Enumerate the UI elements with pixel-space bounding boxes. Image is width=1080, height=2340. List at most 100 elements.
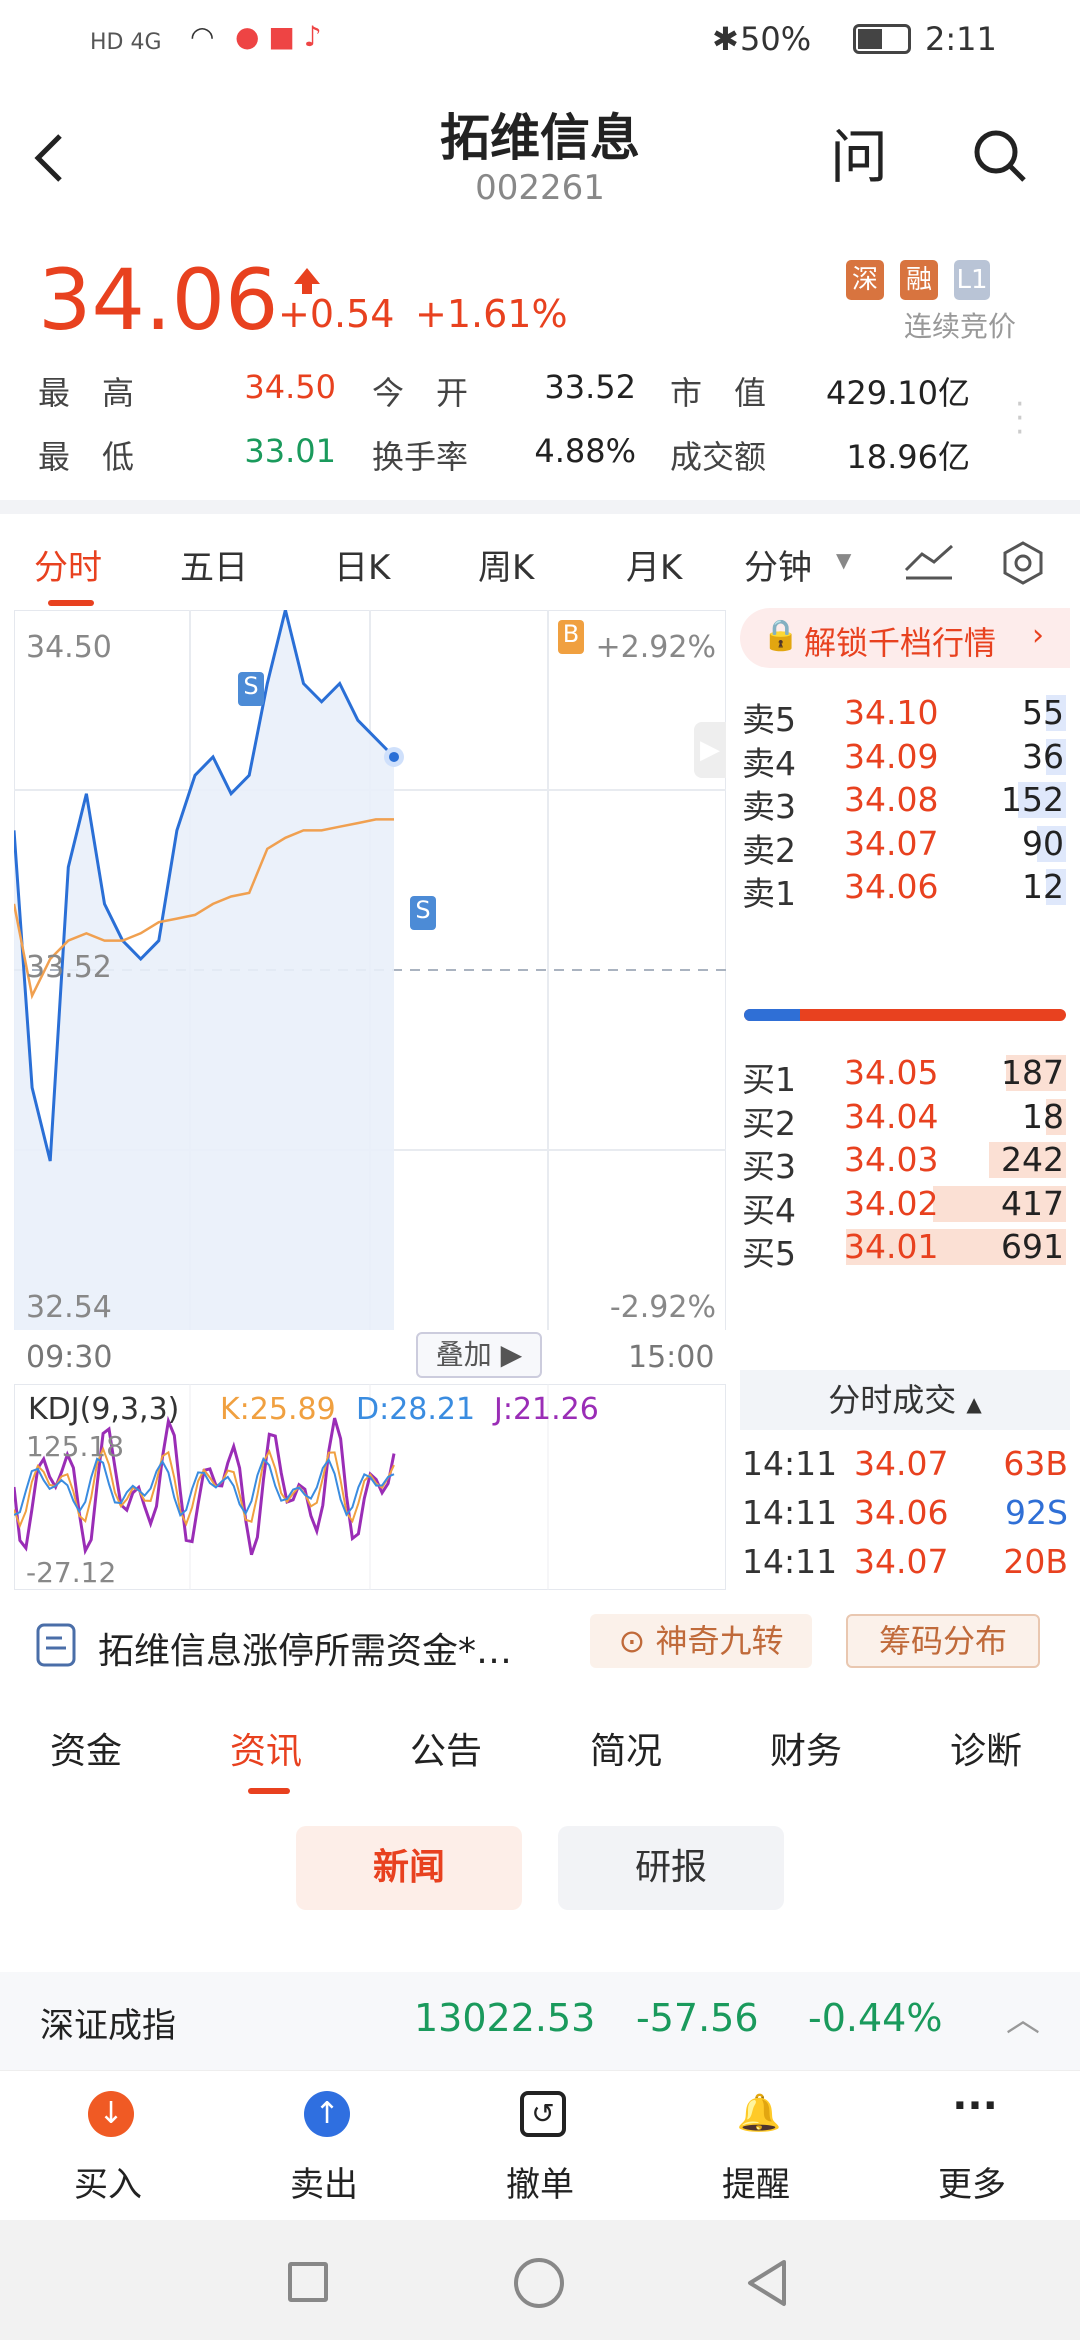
- bid-volume: 242: [1001, 1140, 1064, 1179]
- sub-tab-research[interactable]: 研报: [558, 1826, 784, 1910]
- ask-button[interactable]: 问: [830, 110, 888, 194]
- trades-title: 分时成交: [828, 1381, 957, 1419]
- tag-level1[interactable]: L1: [954, 260, 990, 300]
- tab-funds[interactable]: 资金: [50, 1722, 122, 1774]
- tab-five-day[interactable]: 五日: [180, 540, 248, 589]
- ask-row[interactable]: 卖1 34.06 12: [740, 865, 1070, 913]
- news-headline[interactable]: 拓维信息涨停所需资金*…: [98, 1622, 512, 1674]
- ask-volume: 90: [1022, 823, 1064, 863]
- current-price: 34.06: [38, 251, 279, 349]
- label-low: 最 低: [38, 438, 135, 476]
- bid-row[interactable]: 买2 34.04 18: [740, 1095, 1070, 1143]
- trades-header[interactable]: 分时成交 ▲: [740, 1370, 1070, 1430]
- overlay-button[interactable]: 叠加 ▶: [416, 1332, 542, 1378]
- kdj-d: D:28.21: [356, 1392, 476, 1427]
- chart-pct-high: +2.92%: [595, 630, 716, 665]
- ask-price: 34.10: [844, 693, 939, 732]
- sell-arrow-icon: ↑: [304, 2091, 350, 2137]
- recents-square-icon[interactable]: [288, 2262, 328, 2302]
- sell-button[interactable]: ↑ 卖出: [216, 2071, 432, 2221]
- bid-price: 34.03: [844, 1140, 939, 1179]
- more-button[interactable]: ··· 更多: [864, 2071, 1080, 2221]
- time-end: 15:00: [628, 1340, 715, 1375]
- tab-news-info[interactable]: 资讯: [230, 1722, 302, 1774]
- ask-row[interactable]: 卖3 34.08 152: [740, 778, 1070, 826]
- chip-distribution-button[interactable]: 筹码分布: [846, 1614, 1040, 1668]
- bid-ask-ratio-bar: [744, 1009, 1066, 1021]
- back-triangle-icon[interactable]: [744, 2258, 790, 2308]
- unlock-orderbook-button[interactable]: 🔒 解锁千档行情 ›: [740, 608, 1070, 668]
- kdj-name[interactable]: KDJ(9,3,3): [28, 1392, 179, 1427]
- tab-diagnosis[interactable]: 诊断: [950, 1722, 1022, 1774]
- bid-row[interactable]: 买4 34.02 417: [740, 1182, 1070, 1230]
- tab-intraday[interactable]: 分时: [34, 540, 102, 589]
- bid-volume: 691: [1001, 1227, 1064, 1266]
- magic-nine-button[interactable]: ⊙ 神奇九转: [590, 1614, 812, 1668]
- indicator-line-icon[interactable]: [904, 540, 954, 580]
- value-turnover: 4.88%: [534, 432, 636, 470]
- more-vertical-icon[interactable]: · · ·: [1015, 390, 1025, 448]
- bluetooth-icon: ✱: [712, 20, 739, 58]
- index-change: -57.56: [636, 1996, 759, 2040]
- tab-minute[interactable]: 分钟: [744, 540, 812, 589]
- kdj-k: K:25.89: [220, 1392, 336, 1427]
- cancel-order-button[interactable]: ↺ 撤单: [432, 2071, 648, 2221]
- marker-sell-2[interactable]: S: [410, 896, 436, 930]
- tab-monthly-k[interactable]: 月K: [626, 540, 682, 589]
- bottom-action-bar: ↓ 买入 ↑ 卖出 ↺ 撤单 🔔 提醒 ··· 更多: [0, 2070, 1080, 2220]
- app-notification-icons: ● ■ ♪: [235, 20, 322, 53]
- trade-time: 14:11: [742, 1542, 838, 1581]
- bid-row[interactable]: 买5 34.01 691: [740, 1225, 1070, 1273]
- label-volume-amount: 成交额: [670, 438, 767, 476]
- unlock-label: 解锁千档行情: [804, 624, 997, 662]
- bid-price: 34.01: [844, 1227, 939, 1266]
- info-tabs: 资金 资讯 公告 简况 财务 诊断: [0, 1716, 1080, 1796]
- expand-orderbook-tab[interactable]: ▶: [694, 722, 726, 778]
- kdj-panel[interactable]: KDJ(9,3,3) K:25.89 D:28.21 J:21.26 125.1…: [14, 1384, 726, 1590]
- marker-sell-1[interactable]: S: [238, 672, 264, 706]
- network-indicator: HD 4G: [90, 30, 162, 55]
- tab-daily-k[interactable]: 日K: [334, 540, 390, 589]
- battery-icon: [853, 24, 911, 54]
- price-change-pct: +1.61%: [415, 292, 568, 336]
- ask-row[interactable]: 卖4 34.09 36: [740, 735, 1070, 783]
- chevron-right-icon: ›: [1032, 618, 1044, 653]
- info-tab-indicator: [248, 1788, 290, 1794]
- overlay-button-label: 叠加: [435, 1338, 492, 1371]
- tab-weekly-k[interactable]: 周K: [478, 540, 534, 589]
- buy-label: 买入: [74, 2165, 142, 2205]
- cancel-order-label: 撤单: [506, 2165, 574, 2205]
- value-low: 33.01: [244, 432, 336, 470]
- chart-pct-low: -2.92%: [609, 1290, 716, 1325]
- ratio-bar-ask-part: [744, 1009, 800, 1021]
- bid-row[interactable]: 买3 34.03 242: [740, 1138, 1070, 1186]
- stock-header: 拓维信息 002261 问: [0, 90, 1080, 220]
- buy-button[interactable]: ↓ 买入: [0, 2071, 216, 2221]
- ask-row[interactable]: 卖5 34.10 55: [740, 691, 1070, 739]
- ask-volume: 55: [1022, 693, 1064, 732]
- tab-announcements[interactable]: 公告: [410, 1722, 482, 1774]
- alert-label: 提醒: [722, 2165, 790, 2205]
- settings-hexagon-icon[interactable]: [1000, 540, 1046, 586]
- sub-tab-news[interactable]: 新闻: [296, 1826, 522, 1910]
- index-bar[interactable]: 深证成指 13022.53 -57.56 -0.44% ︿: [0, 1972, 1080, 2070]
- price-change: +0.54: [278, 292, 395, 336]
- alert-button[interactable]: 🔔 提醒: [648, 2071, 864, 2221]
- label-high: 最 高: [38, 374, 135, 412]
- marker-buy[interactable]: B: [558, 620, 584, 654]
- chevron-up-icon[interactable]: ︿: [1006, 1992, 1040, 2041]
- search-icon[interactable]: [970, 126, 1030, 186]
- ask-volume: 152: [1001, 780, 1064, 819]
- trading-status: 连续竞价: [904, 310, 1017, 343]
- tab-finance[interactable]: 财务: [770, 1722, 842, 1774]
- buy-arrow-icon: ↓: [88, 2091, 134, 2137]
- bell-icon: 🔔: [736, 2093, 782, 2134]
- tab-profile[interactable]: 简况: [590, 1722, 662, 1774]
- trade-volume: 92S: [1005, 1493, 1068, 1532]
- bid-row[interactable]: 买1 34.05 187: [740, 1051, 1070, 1099]
- intraday-chart[interactable]: 34.50 33.52 32.54 +2.92% -2.92% S S B ▶: [14, 610, 726, 1330]
- news-strip[interactable]: 拓维信息涨停所需资金*… ⊙ 神奇九转 筹码分布: [0, 1610, 1080, 1680]
- home-circle-icon[interactable]: [514, 2258, 564, 2308]
- more-label: 更多: [938, 2165, 1006, 2205]
- ask-row[interactable]: 卖2 34.07 90: [740, 822, 1070, 870]
